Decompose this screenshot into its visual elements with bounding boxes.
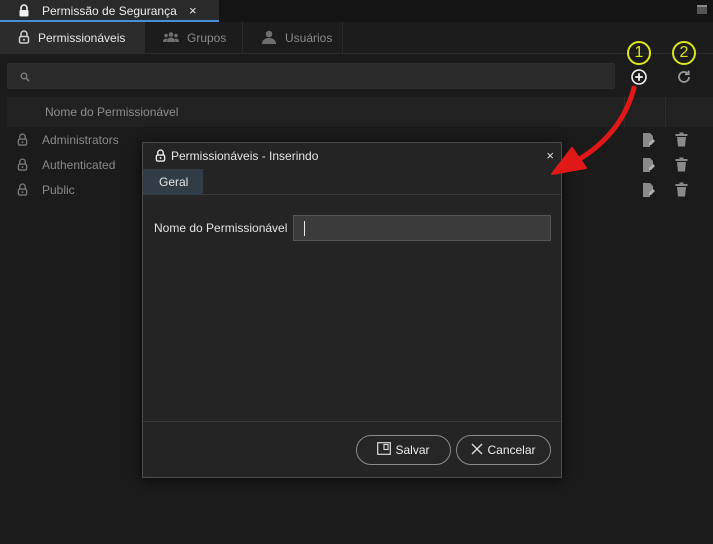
name-field [293, 215, 551, 241]
document-tab-bar: Permissão de Segurança × [0, 0, 713, 22]
row-label: Public [42, 183, 75, 197]
trash-icon[interactable] [675, 157, 688, 175]
tab-usuarios[interactable]: Usuários [243, 22, 343, 54]
tab-label: Usuários [285, 31, 333, 45]
text-caret [304, 221, 305, 236]
add-button[interactable] [630, 68, 648, 86]
lock-open-icon [155, 149, 166, 165]
lock-open-icon [17, 133, 28, 149]
window-menu-icon[interactable] [697, 5, 707, 14]
annotation-marker-2: 2 [672, 41, 696, 65]
section-tabs: Permissionáveis Grupos Usuários [0, 22, 713, 54]
dialog-tabs: Geral [143, 169, 561, 195]
tab-label: Permissionáveis [38, 31, 126, 45]
dialog-close-icon[interactable]: × [546, 148, 554, 163]
refresh-button[interactable] [675, 68, 693, 86]
group-icon [163, 31, 179, 46]
document-tab-security-permission[interactable]: Permissão de Segurança × [0, 0, 219, 22]
search-box [7, 63, 615, 89]
dialog-header: Permissionáveis - Inserindo × [143, 143, 561, 169]
tab-grupos[interactable]: Grupos [145, 22, 243, 54]
edit-icon[interactable] [642, 157, 656, 176]
tab-label: Grupos [187, 31, 227, 45]
tab-permissionaveis[interactable]: Permissionáveis [0, 22, 145, 54]
save-button[interactable]: Salvar [356, 435, 451, 465]
lock-open-icon [17, 183, 28, 199]
edit-icon[interactable] [642, 182, 656, 201]
column-separator [665, 97, 666, 127]
trash-icon[interactable] [675, 132, 688, 150]
document-tab-title: Permissão de Segurança [42, 4, 177, 18]
user-icon [261, 30, 277, 47]
row-label: Administrators [42, 133, 119, 147]
insert-dialog: Permissionáveis - Inserindo × Geral Nome… [142, 142, 562, 478]
refresh-icon [678, 70, 690, 83]
column-header-name[interactable]: Nome do Permissionável [45, 105, 178, 119]
name-input[interactable] [298, 219, 546, 237]
close-icon [471, 443, 483, 458]
search-icon [20, 71, 30, 85]
edit-icon[interactable] [642, 132, 656, 151]
save-icon [377, 442, 392, 458]
cancel-button[interactable]: Cancelar [456, 435, 551, 465]
lock-icon [18, 4, 30, 20]
trash-icon[interactable] [675, 182, 688, 200]
search-input[interactable] [38, 66, 608, 86]
save-label: Salvar [395, 443, 430, 457]
name-field-label: Nome do Permissionável [154, 221, 288, 235]
lock-open-icon [17, 158, 28, 174]
row-label: Authenticated [42, 158, 116, 172]
cancel-label: Cancelar [487, 443, 536, 457]
annotation-marker-1: 1 [627, 41, 651, 65]
dialog-title: Permissionáveis - Inserindo [171, 149, 319, 163]
tab-geral[interactable]: Geral [143, 169, 203, 195]
divider [143, 421, 561, 422]
grid-header: Nome do Permissionável [7, 97, 713, 127]
plus-circle-icon [631, 69, 647, 85]
column-separator [624, 97, 625, 127]
lock-open-icon [18, 29, 30, 47]
close-tab-icon[interactable]: × [189, 3, 197, 18]
